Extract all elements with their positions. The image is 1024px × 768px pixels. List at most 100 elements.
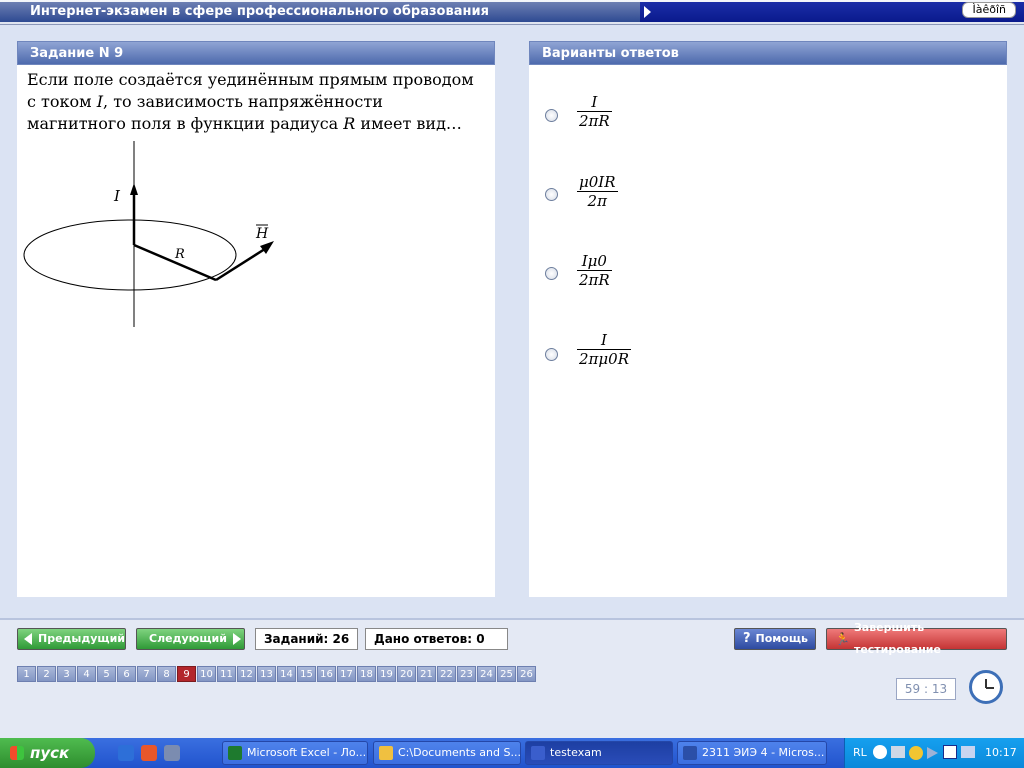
answer-radio[interactable] — [545, 267, 558, 280]
language-indicator[interactable]: Ìàêðîñ — [962, 2, 1016, 18]
formula-numerator: I — [591, 93, 598, 111]
field-label: H — [255, 226, 269, 242]
prev-button-label: Предыдущий — [38, 632, 126, 645]
question-number-button[interactable]: 19 — [377, 666, 396, 682]
formula-denominator: 2π — [577, 191, 618, 210]
tray-arrow-icon[interactable] — [873, 745, 887, 759]
question-number-button[interactable]: 23 — [457, 666, 476, 682]
answer-radio[interactable] — [545, 188, 558, 201]
tasks-count: Заданий: 26 — [255, 628, 359, 650]
prev-button[interactable]: Предыдущий — [17, 628, 126, 650]
question-number-button[interactable]: 22 — [437, 666, 456, 682]
question-number-button[interactable]: 10 — [197, 666, 216, 682]
question-text: Если поле создаётся уединённым прямым пр… — [17, 65, 495, 135]
ie-icon[interactable] — [118, 745, 134, 761]
question-number-button[interactable]: 6 — [117, 666, 136, 682]
question-number-button[interactable]: 2 — [37, 666, 56, 682]
answer-option-1[interactable] — [545, 109, 558, 122]
question-number-button[interactable]: 12 — [237, 666, 256, 682]
app-icon — [531, 746, 545, 760]
taskbar-task-label: C:\Documents and S... — [398, 746, 521, 759]
answers-given: Дано ответов: 0 — [365, 628, 508, 650]
monitor-icon[interactable] — [961, 746, 975, 758]
question-number-button[interactable]: 1 — [17, 666, 36, 682]
question-number-button[interactable]: 8 — [157, 666, 176, 682]
next-button-label: Следующий — [149, 632, 227, 645]
word-icon — [683, 746, 697, 760]
answer-option-4[interactable] — [545, 348, 558, 361]
answer-formula-1: I 2πR — [577, 93, 612, 130]
taskbar-task-label: Microsoft Excel - Ло... — [247, 746, 367, 759]
player-icon[interactable] — [943, 745, 957, 759]
arrow-left-icon — [24, 633, 32, 645]
taskbar: пуск Microsoft Excel - Ло... C:\Documents… — [0, 738, 1024, 768]
answer-radio[interactable] — [545, 109, 558, 122]
taskbar-task[interactable]: 2311 ЭИЭ 4 - Micros... — [677, 741, 827, 765]
timer: 59 : 13 — [896, 678, 956, 700]
taskbar-task[interactable]: Microsoft Excel - Ло... — [222, 741, 368, 765]
formula-denominator: 2πR — [577, 270, 612, 289]
question-mark-icon: ? — [743, 631, 751, 646]
taskbar-task-label: 2311 ЭИЭ 4 - Micros... — [702, 746, 825, 759]
answer-option-3[interactable] — [545, 267, 558, 280]
question-number-button[interactable]: 18 — [357, 666, 376, 682]
question-number-button[interactable]: 3 — [57, 666, 76, 682]
answer-formula-4: I 2πμ0R — [577, 331, 631, 368]
start-button[interactable]: пуск — [0, 738, 95, 768]
question-number-button[interactable]: 24 — [477, 666, 496, 682]
question-number-button[interactable]: 17 — [337, 666, 356, 682]
formula-denominator: 2πR — [577, 111, 612, 130]
taskbar-task[interactable]: testexam — [525, 741, 673, 765]
question-text-var: R — [343, 114, 356, 133]
question-number-button[interactable]: 15 — [297, 666, 316, 682]
question-number-button[interactable]: 20 — [397, 666, 416, 682]
question-number-button[interactable]: 13 — [257, 666, 276, 682]
question-number-button[interactable]: 25 — [497, 666, 516, 682]
help-button[interactable]: ? Помощь — [734, 628, 816, 650]
answers-header: Варианты ответов — [529, 41, 1007, 65]
tray-clock: 10:17 — [985, 746, 1017, 759]
question-number-button[interactable]: 21 — [417, 666, 436, 682]
clock-icon — [969, 670, 1003, 704]
field-vector — [215, 245, 269, 282]
question-text-part: имеет вид… — [355, 114, 462, 133]
answer-formula-2: μ0IR 2π — [577, 173, 618, 210]
question-number-button[interactable]: 26 — [517, 666, 536, 682]
answers-panel: Варианты ответов I 2πR μ0IR 2π Iμ0 2πR I… — [529, 41, 1007, 597]
current-label: I — [113, 187, 121, 205]
answer-formula-3: Iμ0 2πR — [577, 252, 612, 289]
taskbar-task[interactable]: C:\Documents and S... — [373, 741, 521, 765]
next-button[interactable]: Следующий — [136, 628, 245, 650]
system-tray: RL 10:17 — [844, 738, 1024, 768]
finish-button-label: Завершить тестирование — [853, 621, 941, 656]
question-panel: Задание N 9 Если поле создаётся уединённ… — [17, 41, 495, 597]
answer-option-2[interactable] — [545, 188, 558, 201]
question-number-button[interactable]: 4 — [77, 666, 96, 682]
quicklaunch-icon[interactable] — [164, 745, 180, 761]
folder-icon — [379, 746, 393, 760]
printer-icon[interactable] — [891, 746, 905, 758]
tray-language[interactable]: RL — [853, 738, 867, 768]
answer-radio[interactable] — [545, 348, 558, 361]
media-player-icon[interactable] — [141, 745, 157, 761]
app-titlebar: Интернет-экзамен в сфере профессионально… — [0, 0, 1024, 25]
question-number-button[interactable]: 14 — [277, 666, 296, 682]
app-title: Интернет-экзамен в сфере профессионально… — [0, 2, 640, 22]
question-number-button[interactable]: 9 — [177, 666, 196, 682]
question-number-button[interactable]: 7 — [137, 666, 156, 682]
network-icon[interactable] — [909, 746, 923, 760]
formula-numerator: μ0IR — [579, 173, 616, 191]
play-icon[interactable] — [927, 747, 938, 759]
radius-label: R — [174, 247, 185, 262]
field-ellipse — [23, 219, 237, 291]
excel-icon — [228, 746, 242, 760]
question-figure: I R H — [23, 141, 274, 327]
formula-numerator: I — [601, 331, 607, 349]
question-number-button[interactable]: 11 — [217, 666, 236, 682]
help-button-label: Помощь — [755, 632, 808, 645]
question-number-button[interactable]: 5 — [97, 666, 116, 682]
taskbar-task-label: testexam — [550, 746, 602, 759]
finish-button[interactable]: 🏃 Завершить тестирование — [826, 621, 1007, 656]
formula-numerator: Iμ0 — [581, 252, 607, 270]
question-number-button[interactable]: 16 — [317, 666, 336, 682]
